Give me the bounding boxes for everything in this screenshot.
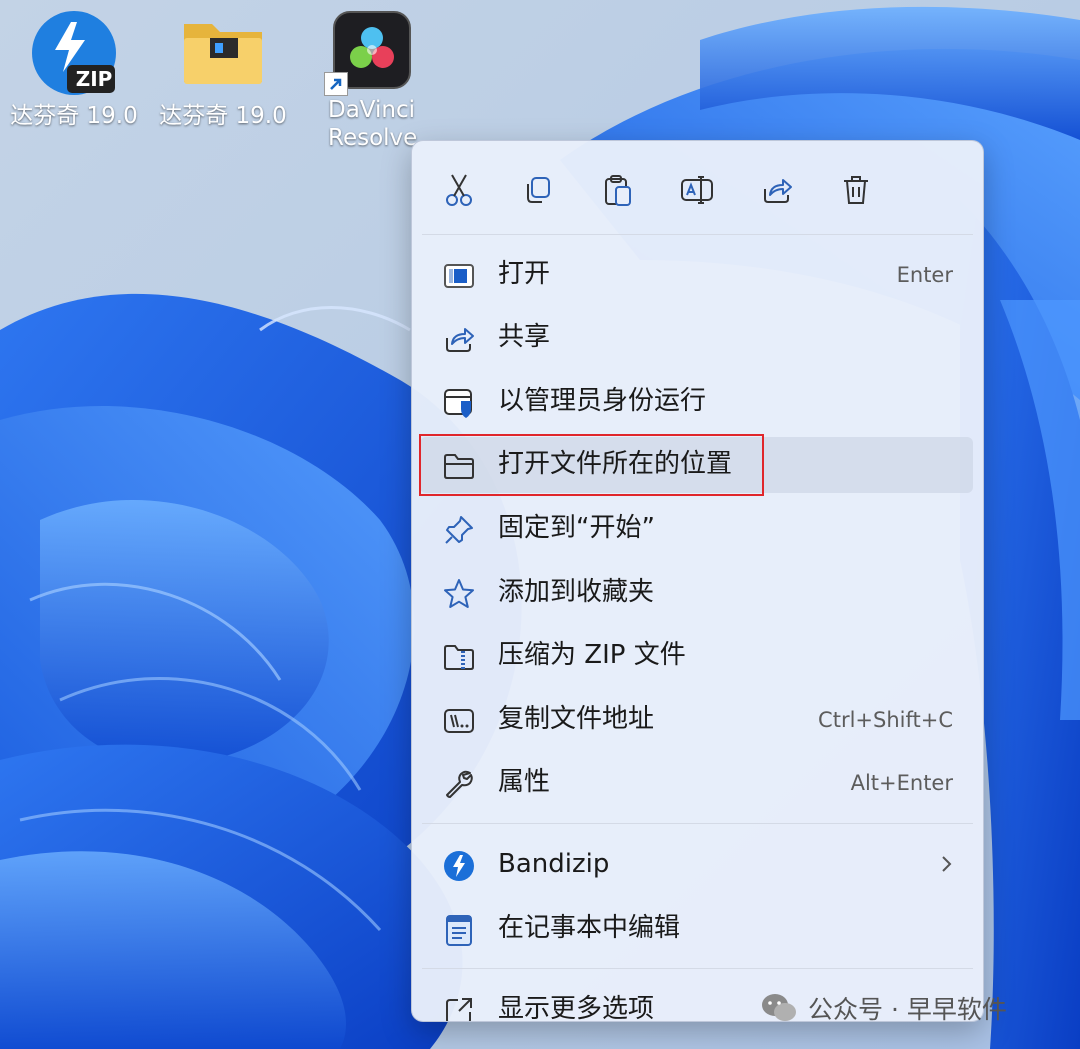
copy-button[interactable] — [515, 167, 561, 213]
paste-button[interactable] — [595, 167, 641, 213]
bandizip-icon — [442, 849, 476, 883]
menu-item-label: 以管理员身份运行 — [498, 386, 707, 416]
folder-icon — [180, 10, 266, 96]
menu-item-bandizip[interactable]: Bandizip — [420, 837, 973, 893]
menu-item-label: 在记事本中编辑 — [498, 913, 681, 943]
context-menu: 打开 Enter 共享 以管理员身份运行 打开文件所在的位置 固定到“开始” 添… — [411, 140, 984, 1022]
menu-item-label: 压缩为 ZIP 文件 — [498, 640, 686, 670]
menu-item-copy-path[interactable]: 复制文件地址 Ctrl+Shift+C — [420, 692, 973, 748]
desktop-icon-label: 达芬奇 19.0 — [10, 103, 138, 129]
pin-icon — [442, 513, 476, 547]
menu-separator — [422, 968, 973, 969]
chevron-right-icon — [939, 849, 955, 883]
menu-item-share[interactable]: 共享 — [420, 310, 973, 366]
menu-item-edit-in-notepad[interactable]: 在记事本中编辑 — [420, 901, 973, 957]
menu-item-add-to-favorites[interactable]: 添加到收藏夹 — [420, 565, 973, 621]
desktop-icon-label: 达芬奇 19.0 — [159, 103, 287, 129]
menu-separator — [422, 823, 973, 824]
wrench-icon — [442, 767, 476, 801]
menu-item-shortcut: Ctrl+Shift+C — [818, 708, 953, 732]
menu-separator — [422, 234, 973, 235]
context-menu-toolbar — [412, 141, 983, 234]
folder-open-icon — [442, 449, 476, 483]
star-icon — [442, 577, 476, 611]
menu-item-label: 共享 — [498, 322, 551, 352]
more-options-icon — [442, 994, 476, 1021]
trash-icon — [844, 176, 868, 204]
zip-archive-icon: ZIP — [31, 10, 117, 96]
menu-item-label: Bandizip — [498, 849, 610, 879]
zip-folder-icon — [442, 640, 476, 674]
watermark: 公众号 · 早早软件 — [760, 986, 1007, 1030]
menu-item-shortcut: Enter — [896, 263, 953, 287]
copy-path-icon — [442, 704, 476, 738]
desktop-icon-bandizip-archive[interactable]: ZIP 达芬奇 19.0 — [9, 10, 139, 130]
menu-item-properties[interactable]: 属性 Alt+Enter — [420, 755, 973, 811]
menu-item-pin-to-start[interactable]: 固定到“开始” — [420, 501, 973, 557]
share-button[interactable] — [754, 167, 800, 213]
share-icon — [442, 322, 476, 356]
desktop-icon-davinci-resolve[interactable]: DaVinci Resolve — [306, 10, 436, 152]
davinci-resolve-icon — [324, 10, 412, 96]
menu-item-label: 固定到“开始” — [498, 513, 655, 543]
rename-button[interactable] — [674, 167, 720, 213]
delete-button[interactable] — [833, 167, 879, 213]
open-icon — [442, 259, 476, 293]
share-icon — [764, 179, 792, 203]
rename-icon — [681, 176, 713, 204]
menu-item-label: 属性 — [498, 767, 551, 797]
menu-item-open-file-location[interactable]: 打开文件所在的位置 — [420, 437, 973, 493]
desktop-icon-folder[interactable]: 达芬奇 19.0 — [158, 10, 288, 130]
watermark-text: 公众号 · 早早软件 — [808, 995, 1007, 1024]
paste-icon — [605, 175, 631, 206]
cut-button[interactable] — [436, 167, 482, 213]
menu-item-shortcut: Alt+Enter — [850, 771, 953, 795]
run-as-admin-icon — [442, 386, 476, 420]
menu-item-label: 复制文件地址 — [498, 704, 655, 734]
cut-icon — [446, 174, 472, 206]
wechat-icon — [762, 994, 796, 1021]
menu-item-label: 打开文件所在的位置 — [498, 449, 733, 479]
zip-badge-label: ZIP — [75, 67, 113, 91]
menu-item-open[interactable]: 打开 Enter — [420, 247, 973, 303]
shortcut-arrow-icon — [324, 72, 348, 96]
menu-item-run-as-admin[interactable]: 以管理员身份运行 — [420, 374, 973, 430]
notepad-icon — [442, 913, 476, 947]
menu-item-label: 添加到收藏夹 — [498, 577, 655, 607]
menu-item-compress-zip[interactable]: 压缩为 ZIP 文件 — [420, 628, 973, 684]
menu-item-label: 显示更多选项 — [498, 994, 655, 1022]
menu-item-label: 打开 — [498, 259, 551, 289]
copy-icon — [527, 177, 550, 203]
